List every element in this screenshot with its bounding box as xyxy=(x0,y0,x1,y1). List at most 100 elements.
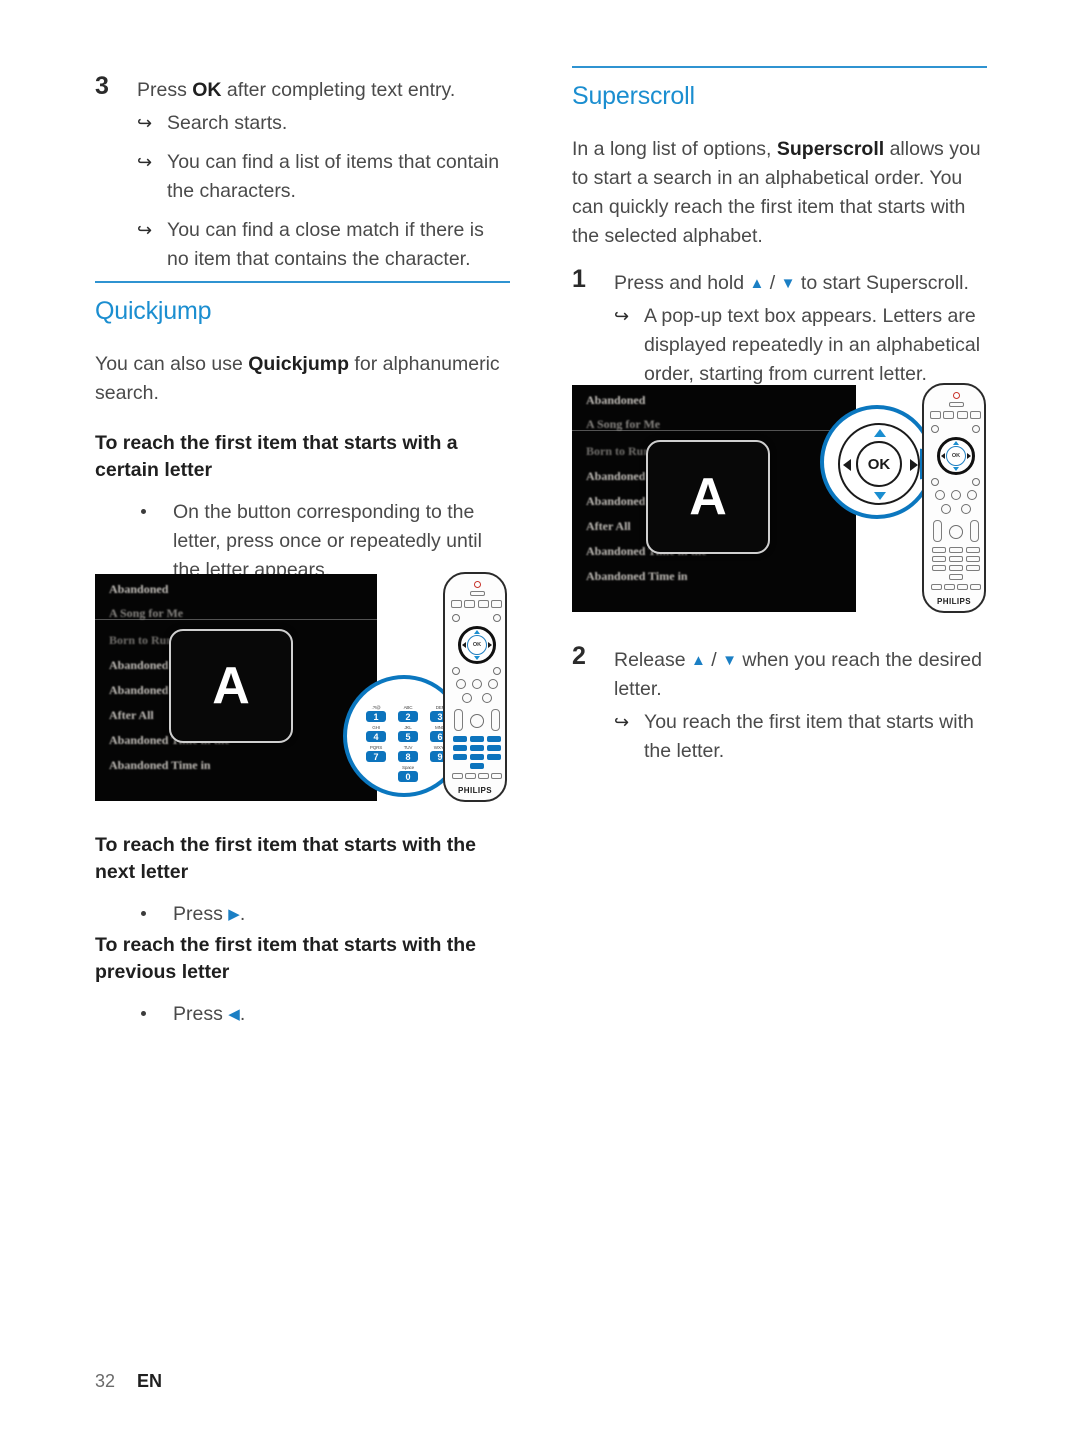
keypad-key-8[interactable]: 8 xyxy=(398,751,418,762)
power-button[interactable] xyxy=(474,581,481,588)
popup-letter: A xyxy=(212,657,250,715)
ok-button[interactable]: OK xyxy=(856,441,902,487)
remote-button[interactable] xyxy=(930,411,941,419)
key-label: ABC xyxy=(403,705,413,710)
play-pause-button[interactable] xyxy=(472,679,482,689)
remote-button[interactable] xyxy=(967,490,977,500)
remote-button[interactable] xyxy=(493,614,501,622)
keypad-key-2[interactable] xyxy=(949,547,963,553)
keypad-key-3[interactable] xyxy=(487,736,501,742)
keypad-key-4[interactable]: 4 xyxy=(366,731,386,742)
remote-button[interactable] xyxy=(944,584,955,590)
keypad-key-1[interactable] xyxy=(453,736,467,742)
keypad-key-1[interactable] xyxy=(932,547,946,553)
superscroll-intro: In a long list of options, Superscroll a… xyxy=(572,135,987,251)
keypad-key-5[interactable]: 5 xyxy=(398,731,418,742)
remote-button[interactable] xyxy=(949,402,964,407)
remote-button[interactable] xyxy=(972,425,980,433)
keypad-key-7[interactable] xyxy=(453,754,467,760)
keypad-key-2[interactable]: 2 xyxy=(398,711,418,722)
volume-rocker[interactable] xyxy=(454,709,463,731)
navpad-callout: OK xyxy=(820,405,934,519)
keypad-key-3[interactable] xyxy=(966,547,980,553)
remote-button[interactable] xyxy=(452,773,463,779)
keypad-key-7[interactable] xyxy=(932,565,946,571)
keypad-key-6[interactable] xyxy=(487,745,501,751)
keypad-key-1[interactable]: 1 xyxy=(366,711,386,722)
tv-screen: Abandoned A Song for Me Born to Run Aban… xyxy=(572,385,856,612)
play-pause-button[interactable] xyxy=(951,490,961,500)
volume-rocker[interactable] xyxy=(933,520,942,542)
remote-button[interactable] xyxy=(972,478,980,486)
remote-button[interactable] xyxy=(957,584,968,590)
keypad-key-2[interactable] xyxy=(470,736,484,742)
remote-button[interactable] xyxy=(491,773,502,779)
remote-button[interactable] xyxy=(488,679,498,689)
step-1-sub: ↪ A pop-up text box appears. Letters are… xyxy=(614,302,987,389)
remote-button[interactable] xyxy=(482,693,492,703)
manual-page: 3 Press OK after completing text entry. … xyxy=(0,0,1080,1440)
keypad-key-4[interactable] xyxy=(932,556,946,562)
page-footer: 32 EN xyxy=(95,1371,162,1392)
section-divider xyxy=(95,281,510,283)
step-2-number: 2 xyxy=(572,642,586,670)
ok-button[interactable]: OK xyxy=(946,446,966,466)
remote-button[interactable] xyxy=(941,504,951,514)
remote-button[interactable] xyxy=(957,411,968,419)
keypad-key-5[interactable] xyxy=(949,556,963,562)
step-2-text-prefix: Release xyxy=(614,649,691,671)
remote-button[interactable] xyxy=(943,411,954,419)
home-button[interactable] xyxy=(949,525,963,539)
bullet-next-prefix: Press xyxy=(173,903,229,925)
keypad-key-9[interactable] xyxy=(487,754,501,760)
step-3-sub-2: ↪ You can find a close match if there is… xyxy=(137,216,510,274)
channel-rocker[interactable] xyxy=(970,520,979,542)
remote-button[interactable] xyxy=(493,667,501,675)
remote-button[interactable] xyxy=(935,490,945,500)
remote-button[interactable] xyxy=(478,600,489,608)
nav-down-icon[interactable] xyxy=(874,492,886,500)
remote-button[interactable] xyxy=(452,614,460,622)
keypad-key-5[interactable] xyxy=(470,745,484,751)
remote-button[interactable] xyxy=(464,600,475,608)
remote-button[interactable] xyxy=(465,773,476,779)
remote-button[interactable] xyxy=(470,591,485,596)
keypad-key-8[interactable] xyxy=(949,565,963,571)
keypad-key-6[interactable] xyxy=(966,556,980,562)
arrow-icon: ↪ xyxy=(614,712,630,732)
step-3-text-prefix: Press xyxy=(137,79,193,101)
arrow-icon: ↪ xyxy=(137,113,153,133)
remote-button[interactable] xyxy=(931,584,942,590)
keypad-key-0[interactable] xyxy=(949,574,963,580)
bullet-previous-letter: Press ◀. xyxy=(95,1000,510,1029)
remote-button[interactable] xyxy=(970,584,981,590)
remote-control: OK PHILIPS xyxy=(922,383,986,613)
power-button[interactable] xyxy=(953,392,960,399)
remote-button[interactable] xyxy=(478,773,489,779)
remote-button[interactable] xyxy=(452,667,460,675)
remote-button[interactable] xyxy=(491,600,502,608)
keypad-key-9[interactable] xyxy=(966,565,980,571)
step-2: 2 Release ▲ / ▼ when you reach the desir… xyxy=(572,642,987,766)
keypad-key-8[interactable] xyxy=(470,754,484,760)
keypad-key-4[interactable] xyxy=(453,745,467,751)
nav-left-icon[interactable] xyxy=(843,459,851,471)
ok-button[interactable]: OK xyxy=(467,635,487,655)
remote-button[interactable] xyxy=(961,504,971,514)
keypad-key-7[interactable]: 7 xyxy=(366,751,386,762)
nav-down-icon xyxy=(474,656,480,660)
remote-button[interactable] xyxy=(462,693,472,703)
remote-button[interactable] xyxy=(970,411,981,419)
subhead-previous-letter: To reach the first item that starts with… xyxy=(95,934,477,983)
channel-rocker[interactable] xyxy=(491,709,500,731)
home-button[interactable] xyxy=(470,714,484,728)
nav-up-icon[interactable] xyxy=(874,429,886,437)
remote-button[interactable] xyxy=(931,425,939,433)
remote-button[interactable] xyxy=(931,478,939,486)
remote-button[interactable] xyxy=(456,679,466,689)
nav-right-icon[interactable] xyxy=(910,459,918,471)
keypad-key-0[interactable] xyxy=(470,763,484,769)
remote-button[interactable] xyxy=(451,600,462,608)
keypad-key-0[interactable]: 0 xyxy=(398,771,418,782)
section-divider xyxy=(572,66,987,68)
